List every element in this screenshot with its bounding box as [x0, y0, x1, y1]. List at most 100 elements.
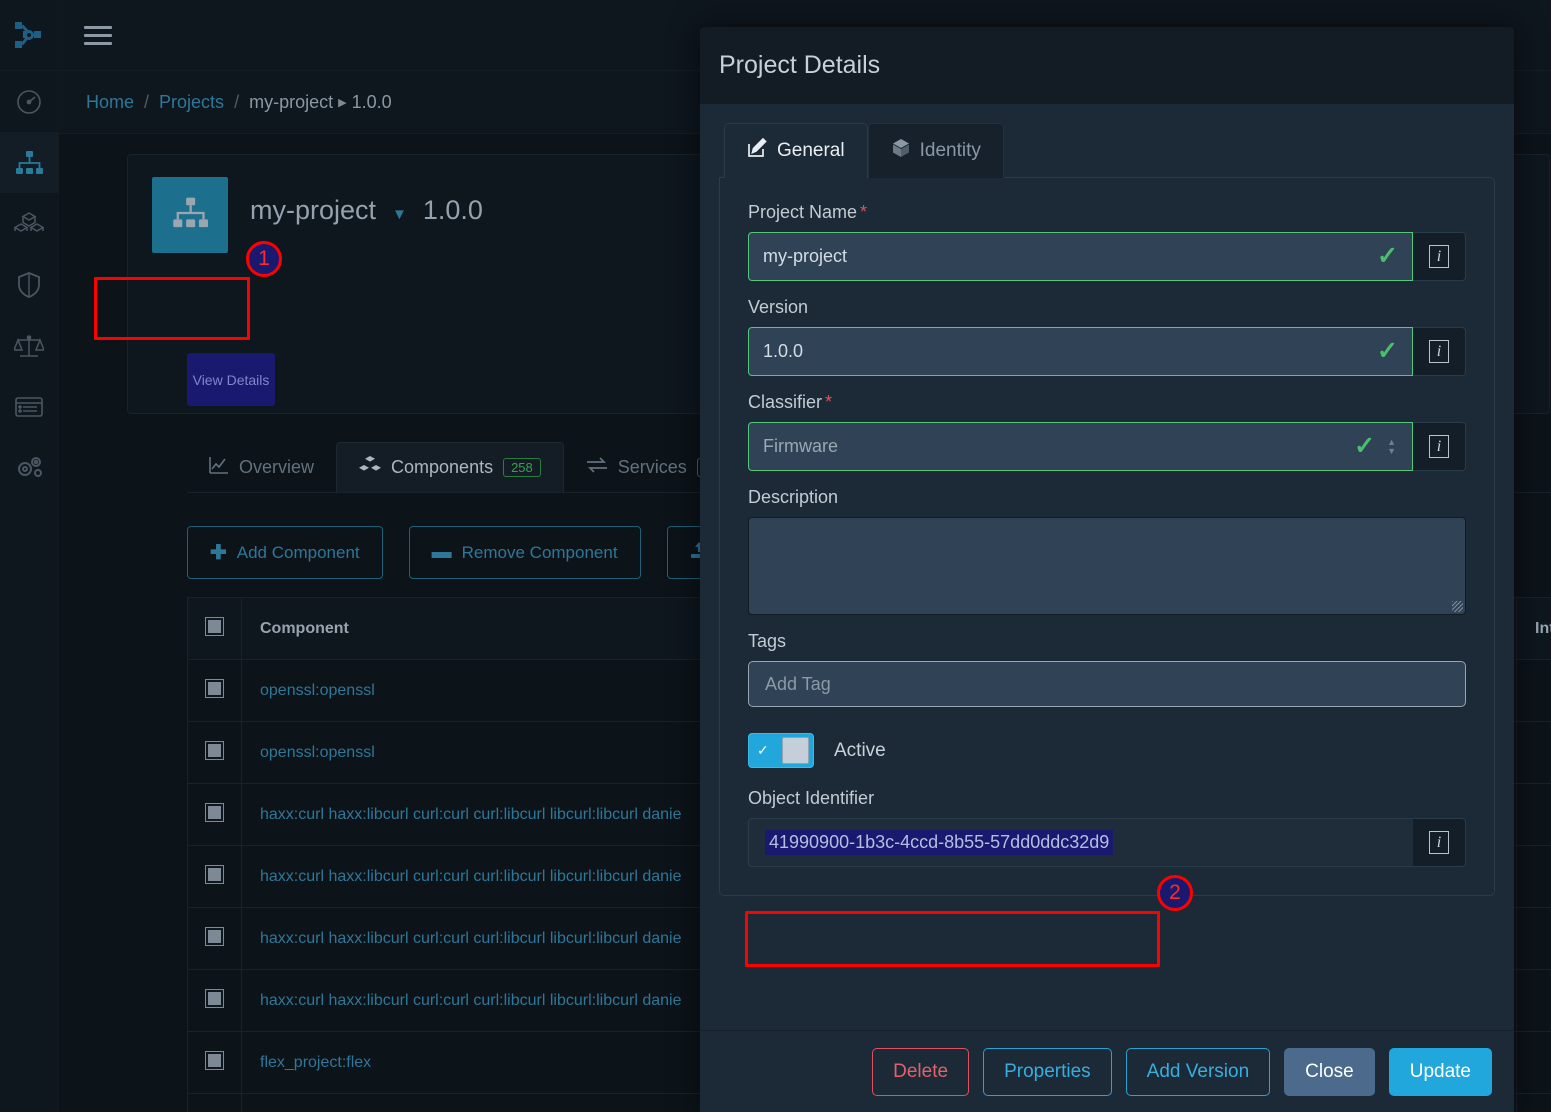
- row-select-cell[interactable]: [187, 721, 242, 784]
- breadcrumb-separator: /: [234, 91, 240, 112]
- close-button[interactable]: Close: [1284, 1047, 1375, 1096]
- object-identifier-info-button[interactable]: i: [1413, 818, 1466, 867]
- tab-components[interactable]: Components 258: [336, 442, 564, 492]
- icon-rail: [0, 0, 59, 1112]
- row-checkbox[interactable]: [205, 802, 224, 822]
- properties-button[interactable]: Properties: [983, 1047, 1112, 1096]
- row-select-cell[interactable]: [187, 845, 242, 908]
- tab-label: Services: [617, 456, 687, 477]
- breadcrumb-caret-icon: ▶: [338, 96, 347, 109]
- cell-internal: [1516, 1093, 1551, 1112]
- active-toggle[interactable]: ✓: [748, 733, 814, 768]
- cell-internal: [1516, 783, 1551, 846]
- classifier-select[interactable]: Firmware ✓ ▲ ▼: [748, 422, 1413, 471]
- update-button[interactable]: Update: [1388, 1047, 1492, 1096]
- row-select-cell[interactable]: [187, 659, 242, 722]
- version-info-button[interactable]: i: [1413, 327, 1466, 376]
- hamburger-menu-icon[interactable]: [84, 21, 112, 50]
- field-description: Description: [748, 487, 1466, 615]
- button-label: Remove Component: [461, 542, 618, 562]
- label-version: Version: [748, 297, 809, 317]
- row-checkbox[interactable]: [205, 740, 224, 760]
- classifier-info-button[interactable]: i: [1413, 422, 1466, 471]
- add-version-button[interactable]: Add Version: [1125, 1047, 1271, 1096]
- tags-input[interactable]: Add Tag: [748, 661, 1466, 707]
- breadcrumb-current-name: my-project: [249, 91, 334, 112]
- row-checkbox[interactable]: [205, 926, 224, 946]
- tab-identity[interactable]: Identity: [867, 123, 1004, 178]
- remove-component-button[interactable]: ▬ Remove Component: [408, 526, 641, 579]
- version-input[interactable]: 1.0.0 ✓: [748, 327, 1413, 376]
- field-classifier: Classifier * Firmware ✓ ▲ ▼ i: [748, 392, 1466, 471]
- project-name: my-project: [250, 195, 377, 225]
- sidebar-item-projects[interactable]: [0, 132, 59, 193]
- button-label: Add Component: [236, 542, 360, 562]
- object-identifier-input[interactable]: 41990900-1b3c-4ccd-8b55-57dd0ddc32d9: [748, 818, 1413, 867]
- add-component-button[interactable]: ✚ Add Component: [187, 526, 383, 579]
- tab-general[interactable]: General: [724, 123, 868, 178]
- avatar: [152, 177, 228, 253]
- tab-label: Components: [391, 456, 494, 477]
- cube-icon: [891, 138, 911, 164]
- active-label: Active: [834, 739, 886, 761]
- breadcrumb-separator: /: [144, 91, 150, 112]
- chart-line-icon: [209, 456, 229, 479]
- chevron-down-icon[interactable]: ▼: [392, 206, 407, 223]
- general-panel: Project Name * my-project ✓ i Version 1.…: [719, 177, 1495, 896]
- modal-body: General Identity Project Name * my-proje…: [700, 104, 1514, 1030]
- sidebar-item-administration[interactable]: [0, 437, 59, 498]
- breadcrumb-projects[interactable]: Projects: [159, 92, 224, 113]
- sidebar-item-components[interactable]: [0, 193, 59, 254]
- page-title: my-project ▼ 1.0.0: [250, 177, 483, 226]
- minus-icon: ▬: [431, 541, 452, 563]
- view-details-button[interactable]: View Details: [187, 353, 275, 406]
- description-textarea[interactable]: [748, 517, 1466, 615]
- toggle-knob: [782, 737, 809, 764]
- label-tags: Tags: [748, 631, 787, 651]
- row-checkbox[interactable]: [205, 1050, 224, 1070]
- label-text: Project Name: [748, 202, 858, 222]
- row-checkbox[interactable]: [205, 678, 224, 698]
- select-all-checkbox[interactable]: [205, 616, 224, 636]
- label-description: Description: [748, 487, 839, 507]
- field-object-identifier: Object Identifier 41990900-1b3c-4ccd-8b5…: [748, 788, 1466, 867]
- sidebar-item-licenses[interactable]: [0, 315, 59, 376]
- row-select-cell[interactable]: [187, 907, 242, 970]
- sort-updown-icon[interactable]: ▲ ▼: [1387, 437, 1396, 455]
- resize-grip-icon[interactable]: [1452, 601, 1463, 612]
- row-checkbox[interactable]: [205, 988, 224, 1008]
- field-project-name: Project Name * my-project ✓ i: [748, 202, 1466, 281]
- input-group-object-identifier: 41990900-1b3c-4ccd-8b55-57dd0ddc32d9 i: [748, 818, 1466, 867]
- check-icon: ✓: [1354, 432, 1376, 460]
- column-header-internal[interactable]: Inte: [1516, 597, 1551, 660]
- tab-overview[interactable]: Overview: [187, 442, 336, 492]
- field-version: Version 1.0.0 ✓ i: [748, 297, 1466, 376]
- delete-button[interactable]: Delete: [872, 1047, 970, 1096]
- row-select-cell[interactable]: [187, 1031, 242, 1094]
- sidebar-item-vulnerabilities[interactable]: [0, 254, 59, 315]
- annotation-badge-1: 1: [246, 241, 282, 277]
- check-icon: ✓: [1377, 242, 1398, 270]
- row-select-cell[interactable]: [187, 783, 242, 846]
- row-checkbox[interactable]: [205, 864, 224, 884]
- cell-internal: [1516, 969, 1551, 1032]
- check-icon: ✓: [1377, 337, 1398, 365]
- required-marker: *: [825, 392, 833, 412]
- project-name-input[interactable]: my-project ✓: [748, 232, 1413, 281]
- tab-label: Identity: [919, 140, 981, 161]
- project-name-info-button[interactable]: i: [1413, 232, 1466, 281]
- app-root: Home / Projects / my-project ▶ 1.0.0 my-…: [0, 0, 1551, 1112]
- breadcrumb-home[interactable]: Home: [86, 92, 134, 113]
- policy-list-icon: [14, 395, 44, 419]
- select-all-cell[interactable]: [187, 597, 242, 660]
- cell-internal: [1516, 1031, 1551, 1094]
- info-icon: i: [1429, 245, 1449, 268]
- row-select-cell[interactable]: [187, 1093, 242, 1112]
- sidebar-item-policy[interactable]: [0, 376, 59, 437]
- cubes-icon: [359, 455, 382, 480]
- sidebar-item-dashboard[interactable]: [0, 71, 59, 132]
- components-boxes-icon: [14, 211, 44, 237]
- row-select-cell[interactable]: [187, 969, 242, 1032]
- select-value: Firmware: [763, 436, 838, 456]
- app-logo-icon[interactable]: [0, 0, 58, 71]
